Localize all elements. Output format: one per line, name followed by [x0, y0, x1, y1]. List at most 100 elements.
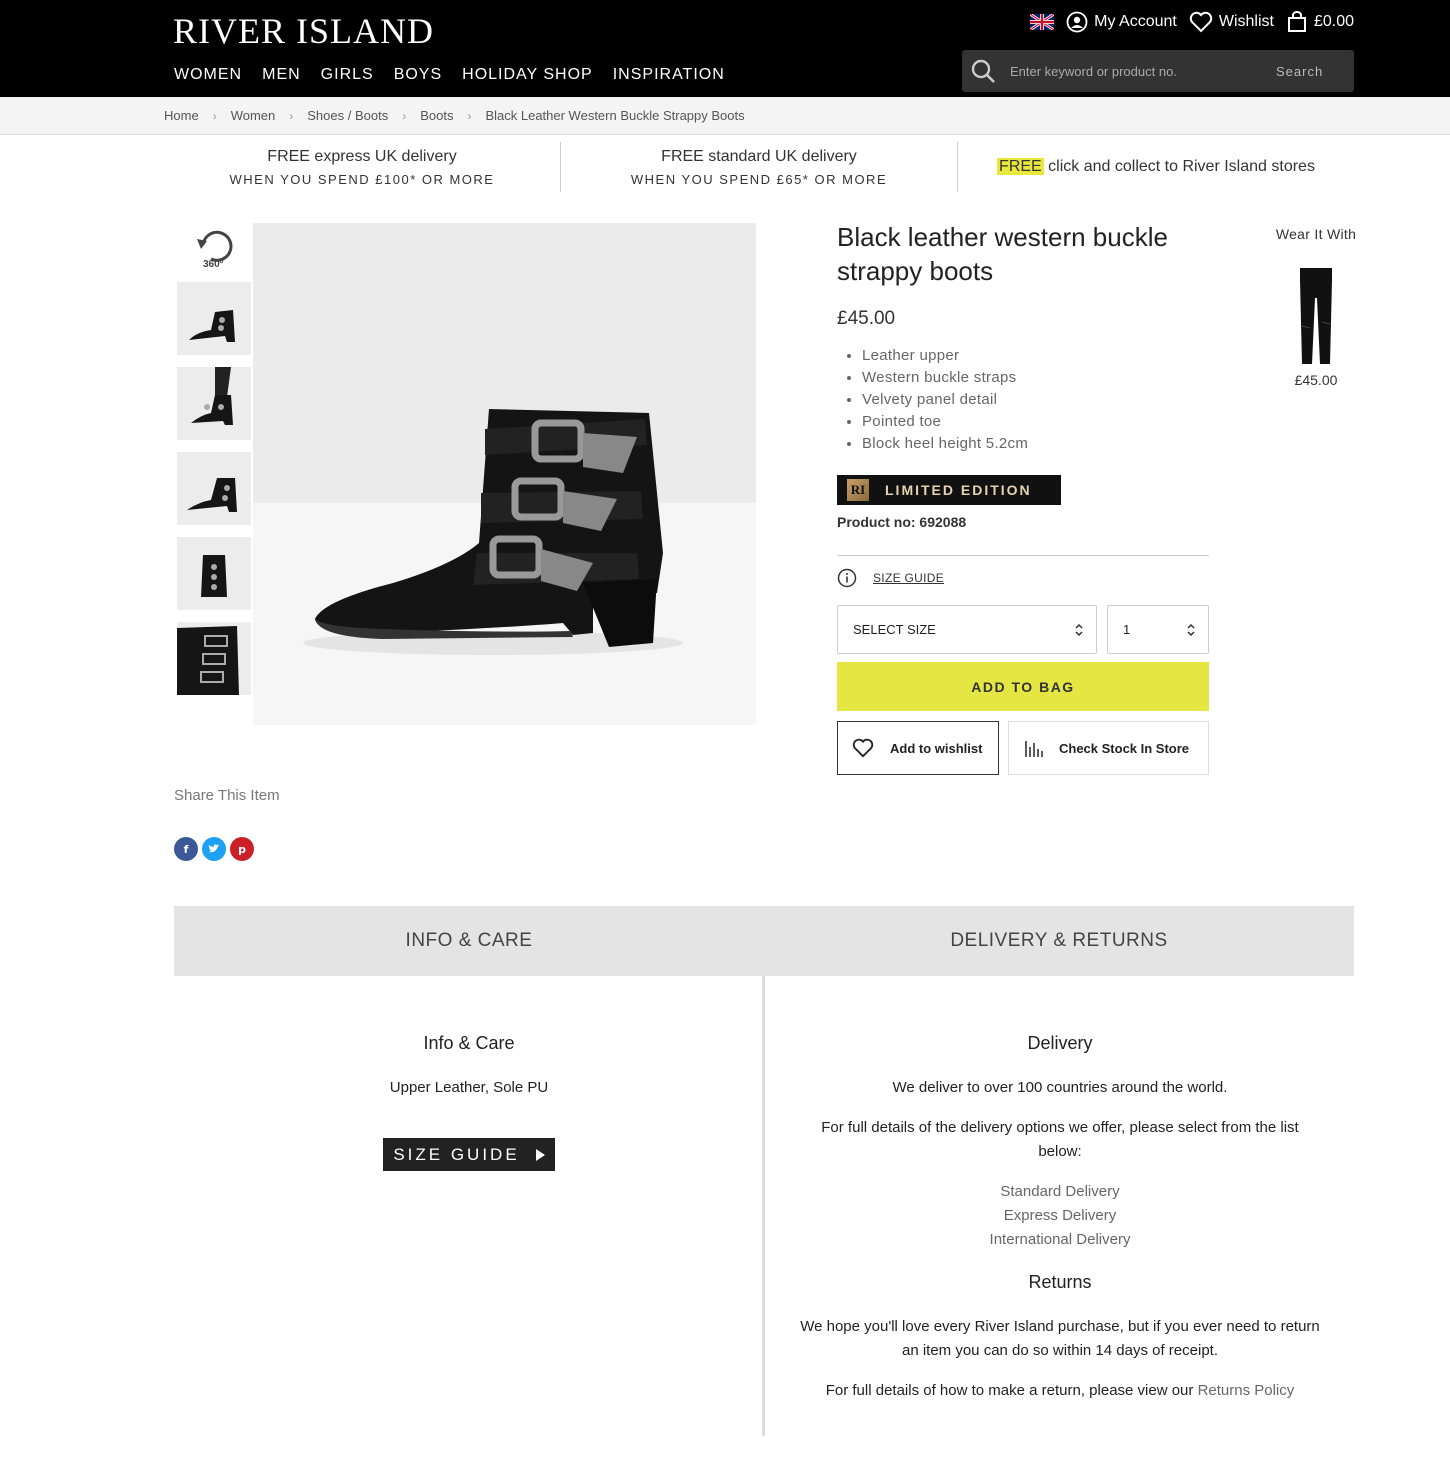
size-guide-row: SIZE GUIDE	[837, 568, 944, 588]
promo-standard-title: FREE standard UK delivery	[661, 147, 857, 165]
feature-item: Pointed toe	[862, 411, 1028, 433]
breadcrumb-boots[interactable]: Boots	[420, 108, 453, 123]
chevron-right-icon: ›	[289, 108, 294, 123]
express-delivery-link[interactable]: Express Delivery	[766, 1204, 1354, 1228]
my-account-label: My Account	[1094, 13, 1177, 30]
my-account-link[interactable]: My Account	[1066, 11, 1177, 33]
breadcrumb-shoes-boots[interactable]: Shoes / Boots	[307, 108, 388, 123]
size-guide-link[interactable]: SIZE GUIDE	[873, 571, 944, 585]
product-number: Product no: 692088	[837, 514, 967, 530]
nav-girls[interactable]: GIRLS	[321, 66, 374, 84]
share-title: Share This Item	[174, 787, 280, 804]
feature-item: Velvety panel detail	[862, 389, 1028, 411]
check-stock-button[interactable]: Check Stock In Store	[1008, 721, 1209, 775]
promo-click-collect-title: FREE click and collect to River Island s…	[997, 158, 1315, 176]
heart-icon	[1189, 11, 1213, 33]
select-arrows-icon	[1075, 623, 1083, 636]
feature-item: Leather upper	[862, 345, 1028, 367]
delivery-heading: Delivery	[1027, 1033, 1093, 1053]
country-flag-icon[interactable]	[1030, 14, 1055, 30]
promo-click-collect[interactable]: FREE click and collect to River Island s…	[958, 142, 1354, 192]
promo-standard-sub: WHEN YOU SPEND £65* OR MORE	[630, 171, 888, 187]
size-select[interactable]: SELECT SIZE	[837, 605, 1097, 654]
add-to-wishlist-button[interactable]: Add to wishlist	[837, 721, 999, 775]
tab-delivery-returns[interactable]: DELIVERY & RETURNS	[764, 906, 1354, 976]
international-delivery-link[interactable]: International Delivery	[766, 1228, 1354, 1252]
share-icons: f p	[174, 837, 254, 861]
returns-policy-prefix: For full details of how to make a return…	[825, 1382, 1198, 1399]
promo-free-highlight: FREE	[997, 158, 1044, 175]
rotate-360-button[interactable]: 360°	[177, 224, 251, 270]
wishlist-label: Wishlist	[1218, 13, 1274, 30]
nav-inspiration[interactable]: INSPIRATION	[613, 66, 725, 84]
promo-express[interactable]: FREE express UK delivery WHEN YOU SPEND …	[164, 142, 561, 192]
wear-it-with-jeans-image[interactable]	[1296, 266, 1336, 366]
info-care-panel: Info & Care Upper Leather, Sole PU SIZE …	[174, 976, 764, 1171]
chevron-right-icon: ›	[212, 108, 217, 123]
ri-logo-icon: RI	[847, 479, 869, 501]
facebook-icon[interactable]: f	[174, 837, 198, 861]
thumbnail-strip: 360°	[177, 224, 251, 695]
delivery-returns-panel: Delivery We deliver to over 100 countrie…	[766, 976, 1354, 1403]
heart-icon	[852, 738, 874, 758]
standard-delivery-link[interactable]: Standard Delivery	[766, 1180, 1354, 1204]
pinterest-icon[interactable]: p	[230, 837, 254, 861]
breadcrumb-current: Black Leather Western Buckle Strappy Boo…	[485, 108, 745, 123]
store-stock-icon	[1025, 741, 1043, 757]
account-icon	[1066, 11, 1088, 33]
thumbnail-4[interactable]	[177, 537, 251, 610]
product-main-image[interactable]	[253, 223, 756, 725]
delivery-promos: FREE express UK delivery WHEN YOU SPEND …	[164, 142, 1354, 192]
tab-info-care[interactable]: INFO & CARE	[174, 906, 764, 976]
product-title: Black leather western buckle strappy boo…	[837, 222, 1168, 286]
returns-heading: Returns	[1028, 1272, 1092, 1292]
promo-standard[interactable]: FREE standard UK delivery WHEN YOU SPEND…	[561, 142, 958, 192]
info-care-heading: Info & Care	[423, 1033, 515, 1053]
check-stock-label: Check Stock In Store	[1059, 740, 1190, 756]
breadcrumb-women[interactable]: Women	[231, 108, 276, 123]
quantity-select[interactable]: 1	[1107, 605, 1209, 654]
nav-men[interactable]: MEN	[262, 66, 301, 84]
main-nav: WOMEN MEN GIRLS BOYS HOLIDAY SHOP INSPIR…	[174, 66, 725, 84]
search-button[interactable]: Search	[1276, 64, 1323, 79]
thumbnail-2[interactable]	[177, 367, 251, 440]
shopping-bag-link[interactable]: £0.00	[1286, 11, 1354, 33]
add-to-wishlist-label: Add to wishlist	[890, 740, 983, 756]
promo-express-title: FREE express UK delivery	[267, 147, 457, 165]
limited-edition-badge: RI LIMITED EDITION	[837, 475, 1061, 505]
rotate-360-label: 360°	[203, 259, 224, 269]
river-island-logo[interactable]: RIVER ISLAND	[173, 10, 434, 52]
quantity-value: 1	[1123, 622, 1131, 637]
thumbnail-3[interactable]	[177, 452, 251, 525]
info-care-text: Upper Leather, Sole PU	[389, 1079, 549, 1096]
search-icon[interactable]	[970, 58, 996, 84]
twitter-icon[interactable]	[202, 837, 226, 861]
size-guide-button-wrap: SIZE GUIDE	[174, 1138, 764, 1171]
returns-text: We hope you'll love every River Island p…	[800, 1318, 1320, 1359]
wear-it-with-price: £45.00	[1294, 372, 1338, 388]
search-input[interactable]	[1010, 63, 1250, 79]
delivery-intro: We deliver to over 100 countries around …	[892, 1079, 1228, 1096]
bag-total: £0.00	[1313, 13, 1354, 30]
thumbnail-5[interactable]	[177, 622, 251, 695]
site-header: RIVER ISLAND My Account Wishlist £0.00 W…	[0, 0, 1450, 97]
divider	[837, 555, 1209, 556]
utility-bar: My Account Wishlist £0.00	[1030, 11, 1354, 33]
play-arrow-icon	[535, 1148, 545, 1161]
thumbnail-1[interactable]	[177, 282, 251, 355]
chevron-right-icon: ›	[402, 108, 407, 123]
nav-holiday-shop[interactable]: HOLIDAY SHOP	[462, 66, 593, 84]
breadcrumb-home[interactable]: Home	[164, 108, 199, 123]
feature-item: Western buckle straps	[862, 367, 1028, 389]
nav-boys[interactable]: BOYS	[394, 66, 442, 84]
select-arrows-icon	[1187, 623, 1195, 636]
promo-express-sub: WHEN YOU SPEND £100* OR MORE	[229, 171, 495, 187]
size-guide-button[interactable]: SIZE GUIDE	[383, 1138, 555, 1171]
wishlist-link[interactable]: Wishlist	[1189, 11, 1274, 33]
nav-women[interactable]: WOMEN	[174, 66, 242, 84]
returns-policy-link[interactable]: Returns Policy	[1198, 1382, 1295, 1399]
add-to-bag-button[interactable]: ADD TO BAG	[837, 662, 1209, 711]
returns-policy-text: For full details of how to make a return…	[766, 1379, 1354, 1403]
product-features: Leather upper Western buckle straps Velv…	[862, 345, 1028, 455]
rotate-360-icon: 360°	[197, 230, 233, 269]
